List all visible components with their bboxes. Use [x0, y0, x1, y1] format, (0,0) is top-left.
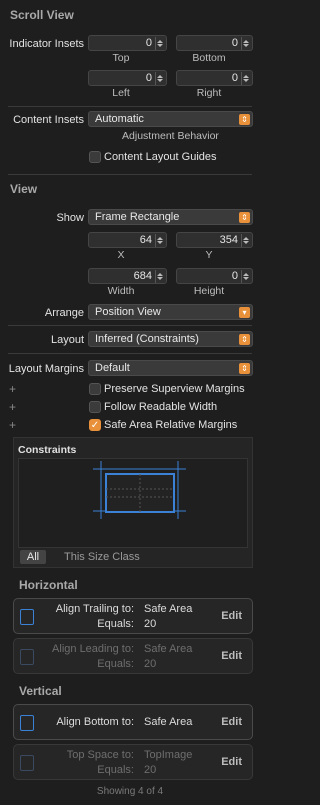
constraints-panel: Constraints All This Size Class [13, 437, 253, 568]
adjustment-behavior-label: Adjustment Behavior [122, 130, 219, 142]
tab-all[interactable]: All [20, 550, 46, 564]
scroll-view-section-title: Scroll View [10, 8, 74, 22]
edit-button[interactable]: Edit [221, 716, 242, 728]
plus-icon[interactable]: + [9, 382, 16, 396]
arrange-label: Arrange [44, 307, 84, 319]
footer-status: Showing 4 of 4 [96, 786, 164, 797]
stepper-icon[interactable] [241, 269, 250, 283]
content-insets-popup[interactable]: Automatic ⇕ [88, 111, 253, 127]
width-field[interactable]: 684 [88, 268, 167, 284]
height-label: Height [193, 285, 225, 297]
constraint-card-leading[interactable]: Align Leading to: Safe Area Equals: 20 E… [13, 638, 253, 674]
constraint-card-bottom[interactable]: Align Bottom to: Safe Area Edit [13, 704, 253, 740]
inset-top-label: Top [112, 52, 130, 64]
y-field[interactable]: 354 [176, 232, 253, 248]
content-layout-guides-label: Content Layout Guides [104, 151, 217, 163]
inset-right-label: Right [196, 87, 222, 99]
height-field[interactable]: 0 [176, 268, 253, 284]
indicator-insets-label: Indicator Insets [9, 38, 84, 50]
constraint-card-top-space[interactable]: Top Space to: TopImage Equals: 20 Edit [13, 744, 253, 780]
follow-readable-width-checkbox[interactable] [89, 401, 101, 413]
width-label: Width [107, 285, 135, 297]
stepper-icon[interactable] [155, 233, 164, 247]
safe-area-relative-margins-label: Safe Area Relative Margins [104, 419, 238, 431]
constraints-title: Constraints [18, 444, 77, 456]
stepper-icon[interactable] [155, 71, 164, 85]
stepper-icon[interactable] [155, 269, 164, 283]
show-popup[interactable]: Frame Rectangle ⇕ [88, 209, 253, 225]
tab-this-size-class[interactable]: This Size Class [64, 551, 140, 563]
inset-bottom-field[interactable]: 0 [176, 35, 253, 51]
content-insets-label: Content Insets [13, 114, 84, 126]
divider [8, 353, 252, 354]
stepper-icon[interactable] [155, 36, 164, 50]
chevron-updown-icon: ⇕ [239, 114, 250, 125]
layout-margins-popup[interactable]: Default ⇕ [88, 360, 253, 376]
constraints-tabbar: All This Size Class [18, 550, 248, 564]
stepper-icon[interactable] [241, 71, 250, 85]
y-label: Y [205, 249, 213, 261]
chevron-updown-icon: ⇕ [239, 212, 250, 223]
horizontal-section-title: Horizontal [19, 578, 78, 592]
divider [8, 325, 252, 326]
plus-icon[interactable]: + [9, 400, 16, 414]
stepper-icon[interactable] [241, 233, 250, 247]
inset-right-field[interactable]: 0 [176, 70, 253, 86]
chevron-down-icon: ▾ [239, 307, 250, 318]
stepper-icon[interactable] [241, 36, 250, 50]
edit-button[interactable]: Edit [221, 756, 242, 768]
preserve-superview-margins-label: Preserve Superview Margins [104, 383, 245, 395]
preserve-superview-margins-checkbox[interactable] [89, 383, 101, 395]
safe-area-relative-margins-checkbox[interactable]: ✓ [89, 419, 101, 431]
inset-bottom-label: Bottom [192, 52, 226, 64]
constraints-editor[interactable] [18, 458, 248, 548]
divider [8, 174, 252, 175]
content-layout-guides-checkbox[interactable] [89, 151, 101, 163]
chevron-updown-icon: ⇕ [239, 334, 250, 345]
follow-readable-width-label: Follow Readable Width [104, 401, 218, 413]
inset-left-label: Left [112, 87, 130, 99]
vertical-section-title: Vertical [19, 684, 62, 698]
view-section-title: View [10, 182, 38, 196]
arrange-popup[interactable]: Position View ▾ [88, 304, 253, 320]
chevron-updown-icon: ⇕ [239, 363, 250, 374]
inset-top-field[interactable]: 0 [88, 35, 167, 51]
divider [8, 106, 252, 107]
constraint-card-trailing[interactable]: Align Trailing to: Safe Area Equals: 20 … [13, 598, 253, 634]
show-label: Show [56, 212, 84, 224]
plus-icon[interactable]: + [9, 418, 16, 432]
x-label: X [117, 249, 125, 261]
edit-button[interactable]: Edit [221, 650, 242, 662]
layout-margins-label: Layout Margins [8, 363, 84, 375]
x-field[interactable]: 64 [88, 232, 167, 248]
constraint-diagram-icon [93, 461, 186, 519]
edit-button[interactable]: Edit [221, 610, 242, 622]
layout-label: Layout [50, 334, 84, 346]
layout-popup[interactable]: Inferred (Constraints) ⇕ [88, 331, 253, 347]
inset-left-field[interactable]: 0 [88, 70, 167, 86]
